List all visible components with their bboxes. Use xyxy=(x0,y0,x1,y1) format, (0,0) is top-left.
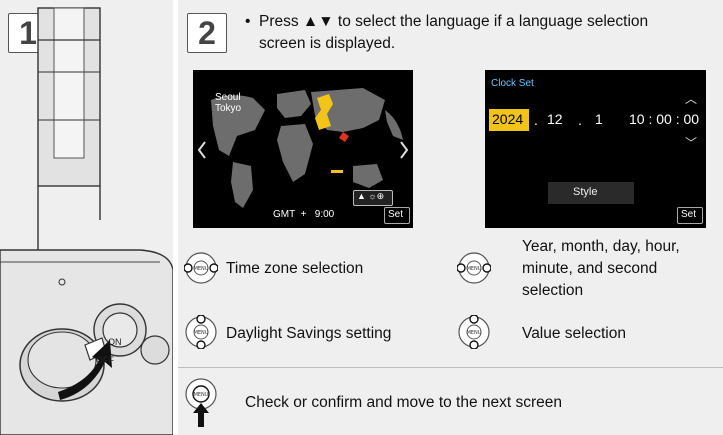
world-map-screen: Seoul Tokyo ▲ ☼⊕ GMT + 9:00 Set xyxy=(193,70,413,228)
city-seoul: Seoul xyxy=(215,92,241,103)
dial-left-right-icon: MENU xyxy=(184,252,218,284)
camera-illustration xyxy=(0,7,173,435)
year-field[interactable]: 2024 xyxy=(489,109,529,131)
chevron-down-icon[interactable]: ﹀ xyxy=(685,134,697,151)
clock-set-label: Set xyxy=(681,209,697,220)
on-label: ON xyxy=(108,337,122,347)
map-set-button[interactable]: Set xyxy=(384,207,410,224)
svg-text:MENU: MENU xyxy=(194,392,209,398)
divider xyxy=(178,367,723,368)
dst-icon: ▲ ☼⊕ xyxy=(357,191,385,201)
step1-panel: 1 ON OFF xyxy=(0,0,173,435)
time-value[interactable]: 10 : 00 : 00 xyxy=(629,111,699,127)
date-time-label-line-1: Year, month, day, hour, xyxy=(522,238,680,255)
dst-button[interactable]: ▲ ☼⊕ xyxy=(353,190,393,206)
city-tokyo: Tokyo xyxy=(215,103,242,114)
daylight-label: Daylight Savings setting xyxy=(226,325,392,342)
dial-up-down-icon: MENU xyxy=(185,315,217,349)
instruction-line-2: screen is displayed. xyxy=(259,35,396,52)
instruction-line-1: Press ▲▼ to select the language if a lan… xyxy=(259,13,649,30)
svg-text:MENU: MENU xyxy=(194,330,209,336)
step2-number: 2 xyxy=(187,13,227,53)
style-button[interactable]: Style xyxy=(548,182,634,204)
day-value[interactable]: 1 xyxy=(595,111,603,127)
date-time-label-line-2: minute, and second xyxy=(522,260,658,277)
dial-up-down-icon-2: MENU xyxy=(458,315,490,349)
dial-left-right-icon-2: MENU xyxy=(457,252,491,284)
year-value: 2024 xyxy=(492,111,524,127)
date-separator-1: . xyxy=(534,112,538,128)
clock-set-title: Clock Set xyxy=(491,78,534,89)
style-label: Style xyxy=(573,186,598,198)
svg-text:MENU: MENU xyxy=(194,266,209,272)
date-separator-2: . xyxy=(578,112,582,128)
value-selection-label: Value selection xyxy=(522,325,626,342)
clock-set-screen: Clock Set ︿ 2024 . 12 . 1 10 : 00 : 00 ﹀… xyxy=(485,70,706,228)
gmt-offset: GMT + 9:00 xyxy=(273,209,335,220)
date-time-label-line-3: selection xyxy=(522,282,584,299)
off-label: OFF xyxy=(96,355,114,365)
step2-panel: 2 • Press ▲▼ to select the language if a… xyxy=(178,0,723,435)
svg-text:MENU: MENU xyxy=(467,330,482,336)
clock-set-button[interactable]: Set xyxy=(677,207,703,224)
svg-text:MENU: MENU xyxy=(467,266,482,272)
time-zone-label: Time zone selection xyxy=(226,260,364,277)
map-set-label: Set xyxy=(388,209,404,220)
month-value[interactable]: 12 xyxy=(547,111,563,127)
instruction-bullet: • xyxy=(245,13,251,30)
chevron-up-icon[interactable]: ︿ xyxy=(685,90,697,107)
confirm-label: Check or confirm and move to the next sc… xyxy=(245,394,563,411)
menu-set-button-icon: MENU xyxy=(185,378,217,427)
